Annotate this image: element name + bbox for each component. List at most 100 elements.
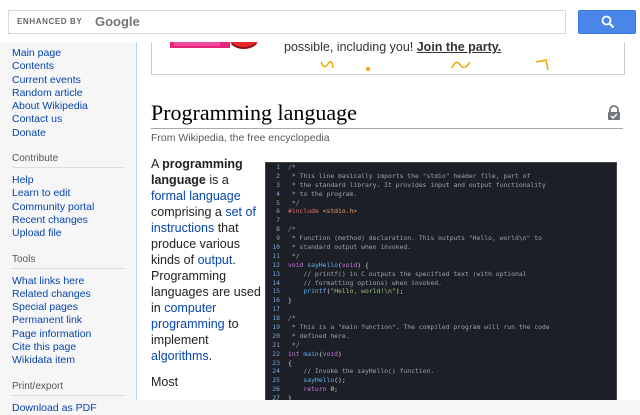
code-token: void: [288, 260, 308, 269]
line-number: 11: [272, 251, 280, 260]
code-line: 15 printf("Hello, world!\n");: [266, 287, 616, 296]
sidebar-item-random-article[interactable]: Random article: [12, 87, 136, 100]
sidebar-item-donate[interactable]: Donate: [12, 127, 136, 140]
lock-icon[interactable]: [607, 105, 621, 121]
link-algorithms[interactable]: algorithms: [151, 349, 209, 363]
code-line: 21 */: [266, 341, 616, 350]
sidebar-item-about-wikipedia[interactable]: About Wikipedia: [12, 100, 136, 113]
code-line: 13 // printf() in C outputs the specifie…: [266, 270, 616, 279]
code-token: /*: [288, 314, 296, 323]
lead-paragraph: A programming language is a formal langu…: [151, 156, 261, 400]
sidebar-item-recent-changes[interactable]: Recent changes: [12, 214, 136, 227]
fundraising-banner: possible, including you! Join the party.: [151, 42, 625, 75]
link-formal-language[interactable]: formal language: [151, 189, 241, 203]
code-token: * to the program.: [288, 189, 358, 198]
code-token: // Invoke the sayHello() function.: [288, 367, 435, 376]
line-number: 27: [272, 394, 280, 400]
code-token: * defined here.: [288, 331, 350, 340]
search-button[interactable]: [578, 10, 636, 34]
print-export-heading: Print/export: [12, 381, 124, 396]
line-number: 19: [272, 323, 280, 332]
line-number: 12: [272, 260, 280, 269]
decoration-dot-icon: [366, 67, 370, 71]
line-number: 21: [272, 340, 280, 349]
line-number: 26: [272, 385, 280, 394]
sidebar-item-what-links-here[interactable]: What links here: [12, 275, 136, 288]
sidebar-item-special-pages[interactable]: Special pages: [12, 301, 136, 314]
code-token: * standard output when invoked.: [288, 243, 412, 252]
title-divider: [151, 128, 623, 129]
sidebar-item-permanent-link[interactable]: Permanent link: [12, 314, 136, 327]
page-subtitle: From Wikipedia, the free encyclopedia: [151, 132, 330, 144]
article-content: possible, including you! Join the party.…: [136, 42, 640, 400]
code-token: 0;: [330, 385, 339, 394]
sidebar-item-contact-us[interactable]: Contact us: [12, 113, 136, 126]
code-line: 11 */: [266, 252, 616, 261]
enhanced-by-label: ENHANCED BY: [17, 17, 83, 26]
line-number: 9: [276, 234, 280, 243]
sidebar-tools: What links here Related changes Special pa…: [0, 275, 136, 368]
sidebar-item-page-information[interactable]: Page information: [12, 328, 136, 341]
sidebar-item-wikidata-item[interactable]: Wikidata item: [12, 354, 136, 367]
sidebar-item-download-as-pdf[interactable]: Download as PDF: [12, 402, 136, 415]
sidebar-item-community-portal[interactable]: Community portal: [12, 201, 136, 214]
code-token: ();: [334, 376, 346, 385]
line-number: 22: [272, 349, 280, 358]
banner-illustration: [170, 42, 258, 49]
code-token: sayHello: [307, 260, 339, 269]
line-number: 18: [272, 314, 280, 323]
sidebar-item-main-page[interactable]: Main page: [12, 47, 136, 60]
line-number: 14: [272, 278, 280, 287]
code-token: */: [288, 198, 300, 207]
line-number: 6: [276, 207, 280, 216]
sidebar-item-learn-to-edit[interactable]: Learn to edit: [12, 187, 136, 200]
search-input[interactable]: [149, 13, 563, 33]
link-output[interactable]: output: [198, 253, 233, 267]
search-box[interactable]: ENHANCED BY Google: [8, 10, 566, 34]
code-token: <stdio.h>: [322, 207, 358, 216]
code-line: 9 * Function (method) declaration. This …: [266, 234, 616, 243]
sidebar-item-related-changes[interactable]: Related changes: [12, 288, 136, 301]
code-example: 1/* 2 * This line basically imports the "…: [265, 162, 617, 400]
line-number: 4: [276, 189, 280, 198]
sidebar-item-upload-file[interactable]: Upload file: [12, 227, 136, 240]
line-number: 17: [272, 305, 280, 314]
code-line: 16}: [266, 296, 616, 305]
sidebar-print-export: Download as PDF: [0, 402, 136, 415]
code-line: 7: [266, 216, 616, 225]
line-number: 15: [272, 287, 280, 296]
lead-text: .: [208, 349, 213, 363]
code-token: }: [288, 296, 292, 305]
code-line: 8 /*: [266, 225, 616, 234]
code-token: return: [288, 385, 331, 394]
line-number: 8: [276, 225, 280, 234]
code-token: * This line basically imports the "stdio…: [288, 171, 531, 180]
code-token: // formatting options) when invoked.: [288, 278, 442, 287]
code-line: 22 int main(void): [266, 350, 616, 359]
sidebar: Main page Contents Current events Random ar…: [0, 42, 136, 414]
code-token: }: [288, 394, 292, 400]
sidebar-contribute: Help Learn to edit Community portal Recent …: [0, 174, 136, 240]
line-number: 2: [276, 171, 280, 180]
code-line: 24 // Invoke the sayHello() function.: [266, 367, 616, 376]
contribute-heading: Contribute: [12, 153, 124, 169]
sidebar-item-contents[interactable]: Contents: [12, 60, 136, 73]
sidebar-navigation: Main page Contents Current events Random ar…: [0, 47, 136, 140]
code-token: void: [341, 260, 358, 269]
line-number: 24: [272, 367, 280, 376]
code-token: */: [288, 251, 300, 260]
code-line: 12 void sayHello(void) {: [266, 261, 616, 270]
code-token: // printf() in C outputs the specified t…: [288, 269, 527, 278]
sidebar-item-help[interactable]: Help: [12, 174, 136, 187]
join-party-link[interactable]: Join the party.: [417, 42, 502, 54]
code-token: /*: [288, 225, 296, 234]
code-token: "Hello, world!\n": [330, 287, 396, 296]
sidebar-item-cite-this-page[interactable]: Cite this page: [12, 341, 136, 354]
banner-text: possible, including you!: [284, 42, 414, 54]
code-token: sayHello: [288, 376, 335, 385]
line-number: 10: [272, 243, 280, 252]
sidebar-item-current-events[interactable]: Current events: [12, 74, 136, 87]
code-token: * Function (method) declaration. This ou…: [288, 234, 542, 243]
code-line: 3 * the standard library. It provides in…: [266, 181, 616, 190]
code-line: 23 {: [266, 359, 616, 368]
